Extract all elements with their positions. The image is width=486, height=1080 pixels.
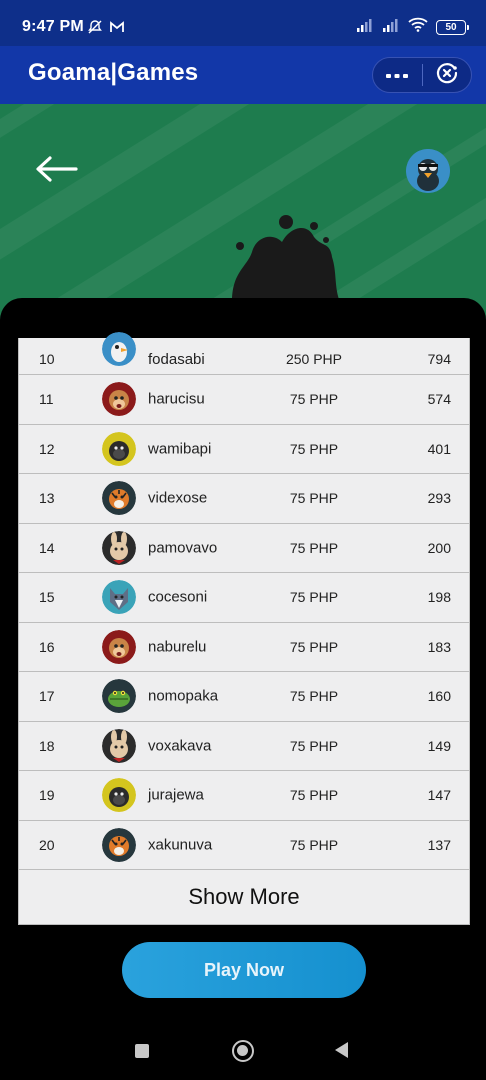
crocodile-avatar-icon [102,679,136,714]
arrow-left-icon [34,156,78,188]
leaderboard-table: 10 fodasabi 250 PHP 794 11 harucisu 75 PHP 574 1… [18,332,470,925]
rank: 14 [39,539,55,556]
player-name: cocesoni [148,588,208,606]
leaderboard-card: 10 fodasabi 250 PHP 794 11 harucisu 75 PHP 574 1… [0,298,486,940]
table-row: 11 harucisu 75 PHP 574 [19,375,469,425]
prize: 75 PHP [289,836,339,853]
back-icon[interactable] [335,1042,348,1058]
rank: 13 [39,490,55,507]
more-horizontal-icon [385,66,409,84]
rank: 17 [39,688,55,705]
prize: 75 PHP [289,589,339,606]
player-name: naburelu [148,638,207,656]
prize: 75 PHP [289,688,339,705]
prize: 75 PHP [289,787,339,804]
table-row: 12 wamibapi 75 PHP 401 [19,425,469,474]
prize: 75 PHP [289,737,339,754]
score: 147 [427,787,451,804]
score: 401 [427,440,451,457]
table-row: 19 jurajewa 75 PHP 147 [19,771,469,821]
battery-level: 50 [445,21,457,33]
status-left-icons [87,19,125,40]
signal-icon [382,18,400,37]
gorilla-avatar-icon [102,778,136,813]
rabbit-avatar-icon [102,728,136,763]
splash-decoration [222,212,352,307]
status-right-icons: 50 [356,17,469,37]
bird-avatar-icon [102,332,136,366]
player-name: fodasabi [148,351,205,368]
gorilla-avatar-icon [102,431,136,466]
wolf-avatar-icon [102,580,136,615]
tiger-avatar-icon [102,827,136,862]
mute-icon [87,19,103,40]
prize: 75 PHP [289,539,339,556]
table-row: 14 pamovavo 75 PHP 200 [19,524,469,573]
score: 160 [427,688,451,705]
score: 293 [427,490,451,507]
more-button[interactable] [373,58,422,92]
signal-icon [356,18,374,37]
score: 794 [427,351,451,367]
table-row: 20 xakunuva 75 PHP 137 [19,821,469,870]
rank: 10 [39,351,55,367]
app-title: Goama|Games [28,59,199,86]
recents-icon[interactable] [135,1044,149,1058]
close-button[interactable] [422,58,471,92]
table-row: 16 naburelu 75 PHP 183 [19,623,469,672]
show-more-button[interactable]: Show More [19,870,469,924]
table-row: 15 cocesoni 75 PHP 198 [19,573,469,623]
player-name: nomopaka [148,687,219,705]
player-name: wamibapi [148,440,212,458]
gmail-icon [109,19,125,40]
rank: 12 [39,440,55,457]
prize: 75 PHP [289,440,339,457]
battery-icon: 50 [436,19,469,35]
wifi-icon [408,17,428,37]
score: 198 [427,589,451,606]
score: 183 [427,638,451,655]
prize: 75 PHP [289,391,339,408]
rank: 11 [39,391,54,408]
score: 137 [427,836,451,853]
score: 574 [427,391,451,408]
header-actions [372,57,472,93]
rabbit-avatar-icon [102,530,136,565]
player-name: harucisu [148,390,205,408]
system-nav-bar [0,1020,486,1080]
table-row: 18 voxakava 75 PHP 149 [19,722,469,771]
player-name: xakunuva [148,836,213,854]
back-button[interactable] [34,154,78,189]
rank: 19 [39,787,55,804]
user-avatar[interactable] [406,149,450,193]
status-time: 9:47 PM [22,18,84,35]
tiger-avatar-icon [102,481,136,516]
prize: 75 PHP [289,490,339,507]
player-name: voxakava [148,737,212,755]
table-row: 10 fodasabi 250 PHP 794 [19,332,469,375]
monkey-avatar-icon [102,629,136,664]
rank: 18 [39,737,55,754]
player-name: jurajewa [148,786,204,804]
score: 200 [427,539,451,556]
rank: 16 [39,638,55,655]
play-now-button[interactable]: Play Now [122,942,366,998]
close-circle-icon [435,61,459,90]
home-icon[interactable] [232,1040,254,1062]
table-row: 17 nomopaka 75 PHP 160 [19,672,469,722]
prize: 250 PHP [285,351,343,367]
rank: 15 [39,589,55,606]
player-name: pamovavo [148,539,218,557]
monkey-avatar-icon [102,382,136,417]
app-header: Goama|Games [0,46,486,104]
player-name: videxose [148,489,208,507]
table-row: 13 videxose 75 PHP 293 [19,474,469,524]
prize: 75 PHP [289,638,339,655]
rank: 20 [39,836,55,853]
score: 149 [427,737,451,754]
status-bar: 9:47 PM 50 [0,0,486,46]
